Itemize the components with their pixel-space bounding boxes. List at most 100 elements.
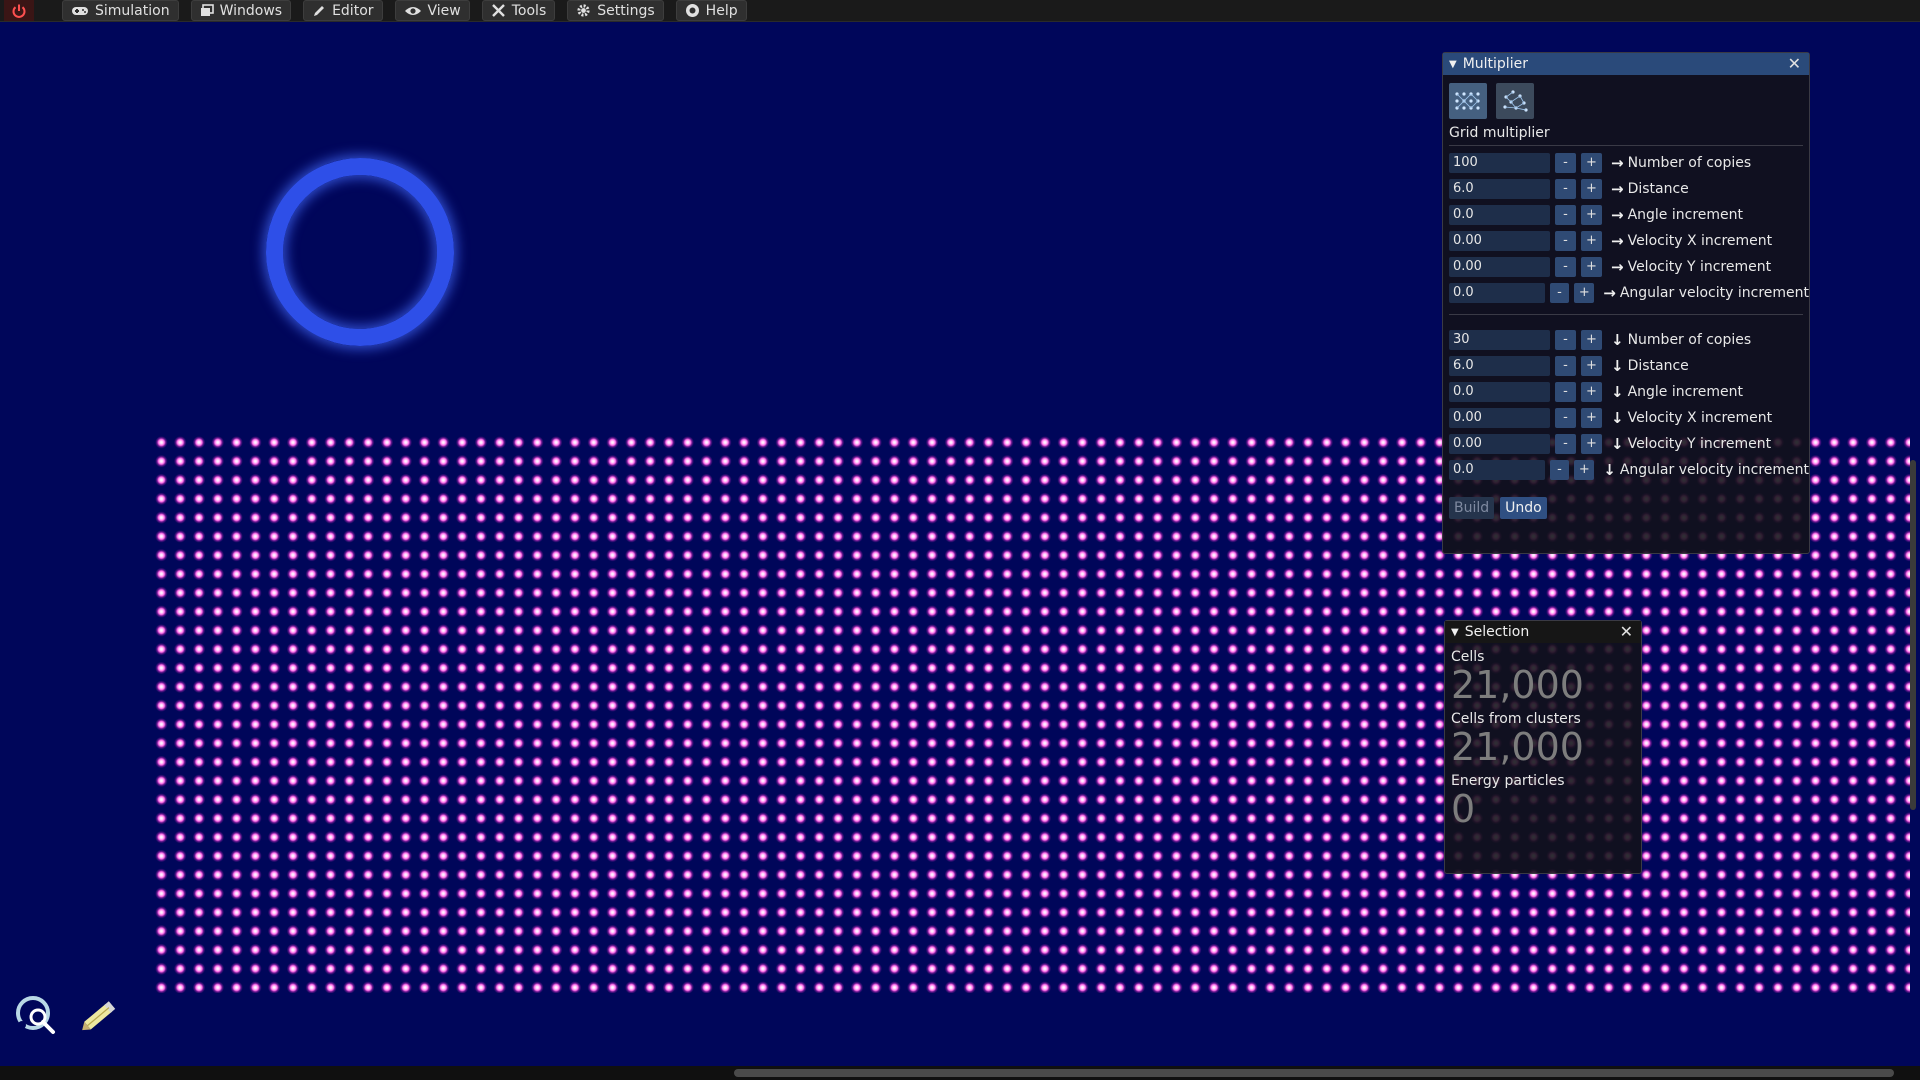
h-number-of-copies-increment[interactable]: +: [1581, 153, 1602, 173]
v-velocity-y-increment[interactable]: +: [1581, 434, 1602, 454]
v-angle-increment-decrement[interactable]: -: [1555, 382, 1576, 402]
cells-label: Cells: [1451, 649, 1485, 665]
horizontal-scrollbar-thumb[interactable]: [734, 1069, 1894, 1077]
h-velocity-x-increment[interactable]: +: [1581, 231, 1602, 251]
menu-windows[interactable]: Windows: [190, 0, 292, 21]
h-number-of-copies-input[interactable]: 100: [1449, 153, 1550, 173]
h-velocity-y-row: 0.00 - + → Velocity Y increment: [1443, 254, 1809, 280]
h-velocity-x-input[interactable]: 0.00: [1449, 231, 1550, 251]
grid-multiplier-label: Grid multiplier: [1449, 125, 1550, 141]
build-button[interactable]: Build: [1449, 497, 1495, 519]
menu-editor-label: Editor: [332, 2, 374, 19]
ring-cluster[interactable]: [266, 158, 454, 346]
collapse-icon[interactable]: ▼: [1449, 59, 1457, 70]
menu-tools[interactable]: Tools: [481, 0, 556, 21]
zoom-tool-icon[interactable]: [14, 993, 58, 1037]
h-angle-increment-label: Angle increment: [1627, 207, 1744, 223]
pencil-tool-icon[interactable]: [76, 993, 122, 1039]
selection-window: ▼ Selection ✕ Cells 21,000 Cells from cl…: [1444, 620, 1642, 874]
arrow-down-icon: ↓: [1611, 383, 1624, 401]
v-distance-decrement[interactable]: -: [1555, 356, 1576, 376]
v-velocity-y-decrement[interactable]: -: [1555, 434, 1576, 454]
h-angle-increment-row: 0.0 - + → Angle increment: [1443, 202, 1809, 228]
v-velocity-y-input[interactable]: 0.00: [1449, 434, 1550, 454]
close-icon[interactable]: ✕: [1788, 54, 1801, 73]
menu-help[interactable]: Help: [675, 0, 747, 21]
v-number-of-copies-input[interactable]: 30: [1449, 330, 1550, 350]
collapse-icon[interactable]: ▼: [1451, 627, 1459, 638]
selection-title: Selection: [1464, 624, 1530, 640]
arrow-down-icon: ↓: [1611, 331, 1624, 349]
v-angular-velocity-increment[interactable]: +: [1574, 460, 1595, 480]
h-velocity-y-decrement[interactable]: -: [1555, 257, 1576, 277]
h-distance-increment[interactable]: +: [1581, 179, 1602, 199]
vertical-scrollbar-thumb[interactable]: [1910, 460, 1916, 810]
v-angle-increment-label: Angle increment: [1627, 384, 1744, 400]
menu-view[interactable]: View: [394, 0, 470, 21]
undo-button[interactable]: Undo: [1500, 497, 1547, 519]
v-velocity-x-label: Velocity X increment: [1627, 410, 1773, 426]
h-velocity-y-increment[interactable]: +: [1581, 257, 1602, 277]
close-icon[interactable]: ✕: [1620, 622, 1633, 641]
menu-bar: Simulation Windows Editor View Tools Set…: [0, 0, 1920, 22]
h-angle-increment-input[interactable]: 0.0: [1449, 205, 1550, 225]
h-velocity-x-row: 0.00 - + → Velocity X increment: [1443, 228, 1809, 254]
h-angle-increment-increment[interactable]: +: [1581, 205, 1602, 225]
v-velocity-x-row: 0.00 - + ↓ Velocity X increment: [1443, 405, 1809, 431]
tools-icon: [491, 4, 505, 17]
v-number-of-copies-label: Number of copies: [1627, 332, 1752, 348]
h-number-of-copies-label: Number of copies: [1627, 155, 1752, 171]
v-number-of-copies-increment[interactable]: +: [1581, 330, 1602, 350]
pencil-icon: [314, 5, 325, 16]
help-icon: [685, 4, 699, 17]
eye-icon: [404, 6, 421, 15]
arrow-right-icon: →: [1611, 154, 1624, 172]
cells-from-clusters-value: 21,000: [1451, 725, 1584, 769]
h-angle-increment-decrement[interactable]: -: [1555, 205, 1576, 225]
cells-from-clusters-label: Cells from clusters: [1451, 711, 1581, 727]
menu-settings[interactable]: Settings: [567, 0, 664, 21]
arrow-right-icon: →: [1611, 258, 1624, 276]
random-mode-button[interactable]: [1496, 83, 1534, 119]
action-buttons: Build Undo: [1443, 483, 1809, 519]
h-angular-velocity-row: 0.0 - + → Angular velocity increment: [1443, 280, 1809, 306]
grid-pattern-icon: [1455, 92, 1480, 110]
grid-mode-button[interactable]: [1449, 83, 1487, 119]
v-distance-increment[interactable]: +: [1581, 356, 1602, 376]
h-angular-velocity-decrement[interactable]: -: [1549, 283, 1570, 303]
energy-particles-value: 0: [1451, 787, 1476, 831]
gamepad-icon: [72, 6, 88, 15]
v-angle-increment-input[interactable]: 0.0: [1449, 382, 1550, 402]
h-velocity-x-decrement[interactable]: -: [1555, 231, 1576, 251]
energy-particles-label: Energy particles: [1451, 773, 1565, 789]
menu-simulation[interactable]: Simulation: [62, 0, 179, 21]
h-number-of-copies-decrement[interactable]: -: [1555, 153, 1576, 173]
v-number-of-copies-decrement[interactable]: -: [1555, 330, 1576, 350]
power-button[interactable]: [4, 0, 34, 21]
multiplier-title-bar[interactable]: ▼ Multiplier ✕: [1443, 53, 1809, 75]
h-velocity-y-input[interactable]: 0.00: [1449, 257, 1550, 277]
h-angular-velocity-input[interactable]: 0.0: [1449, 283, 1545, 303]
v-velocity-x-decrement[interactable]: -: [1555, 408, 1576, 428]
mode-selector: [1443, 75, 1809, 119]
cells-value: 21,000: [1451, 663, 1584, 707]
arrow-down-icon: ↓: [1611, 357, 1624, 375]
menu-editor[interactable]: Editor: [303, 0, 383, 21]
v-angular-velocity-input[interactable]: 0.0: [1449, 460, 1545, 480]
v-distance-input[interactable]: 6.0: [1449, 356, 1550, 376]
arrow-down-icon: ↓: [1611, 435, 1624, 453]
h-angular-velocity-increment[interactable]: +: [1574, 283, 1595, 303]
v-velocity-x-input[interactable]: 0.00: [1449, 408, 1550, 428]
h-distance-input[interactable]: 6.0: [1449, 179, 1550, 199]
v-angle-increment-increment[interactable]: +: [1581, 382, 1602, 402]
windows-icon: [200, 4, 214, 16]
v-velocity-x-increment[interactable]: +: [1581, 408, 1602, 428]
arrow-right-icon: →: [1603, 284, 1616, 302]
selection-title-bar[interactable]: ▼ Selection ✕: [1445, 621, 1641, 643]
h-distance-decrement[interactable]: -: [1555, 179, 1576, 199]
v-velocity-y-label: Velocity Y increment: [1627, 436, 1772, 452]
v-angular-velocity-decrement[interactable]: -: [1549, 460, 1570, 480]
random-pattern-icon: [1503, 90, 1528, 112]
h-distance-row: 6.0 - + → Distance: [1443, 176, 1809, 202]
vertical-params: 30 - + ↓ Number of copies 6.0 - + ↓ Distan…: [1443, 327, 1809, 483]
